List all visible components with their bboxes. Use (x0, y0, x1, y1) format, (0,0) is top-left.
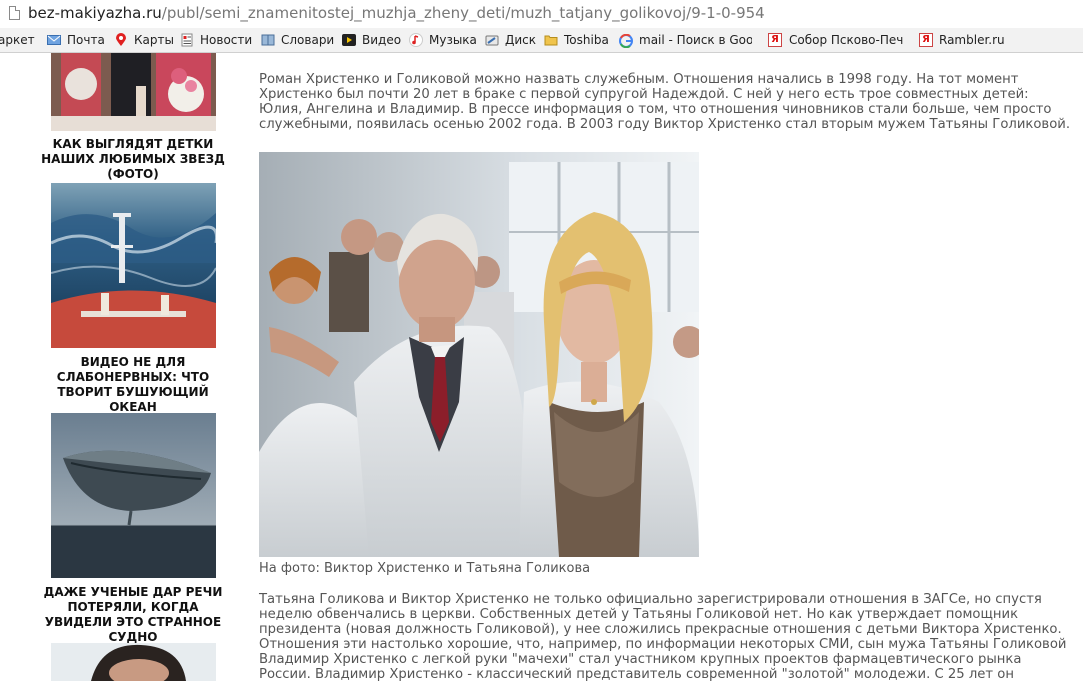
sidebar-thumb-portrait[interactable] (51, 643, 216, 681)
dictionary-icon (261, 33, 275, 47)
disk-icon (485, 33, 499, 47)
address-bar[interactable]: bez-makiyazha.ru/publ/semi_znamenitostej… (0, 0, 1083, 28)
article-paragraph-2: Татьяна Голикова и Виктор Христенко не т… (259, 592, 1067, 681)
bookmark-video[interactable]: Видео (342, 33, 401, 47)
bookmark-muzyka[interactable]: Музыка (409, 33, 477, 47)
bookmarks-bar: аркет Почта Карты Новости Словари Видео … (0, 28, 1083, 53)
yandex-icon: Я (919, 33, 933, 47)
bookmark-pochta[interactable]: Почта (47, 33, 105, 47)
bookmark-market[interactable]: аркет (0, 33, 35, 47)
news-icon (180, 33, 194, 47)
bookmark-sobor[interactable]: Собор Псково-Печер (789, 33, 904, 47)
bookmark-karty[interactable]: Карты (116, 33, 174, 47)
bookmark-google-search[interactable]: mail - Поиск в Googl (639, 33, 752, 47)
bookmark-toshiba[interactable]: Toshiba (544, 33, 609, 47)
music-note-icon (409, 33, 423, 47)
sidebar-caption-1[interactable]: КАК ВЫГЛЯДЯТ ДЕТКИ НАШИХ ЛЮБИМЫХ ЗВЕЗД (… (33, 137, 233, 182)
sidebar-thumb-celebrity-kids[interactable] (51, 53, 216, 131)
google-icon (619, 33, 633, 49)
folder-icon (544, 33, 558, 47)
bookmark-disk[interactable]: Диск (485, 33, 536, 47)
video-play-icon (342, 33, 356, 47)
bookmark-slovari[interactable]: Словари (261, 33, 334, 47)
yandex-icon: Я (768, 33, 782, 47)
article-photo (259, 152, 699, 557)
bookmark-rambler[interactable]: Rambler.ru (939, 33, 1005, 47)
sidebar-thumb-ocean[interactable] (51, 183, 216, 348)
url-text[interactable]: bez-makiyazha.ru/publ/semi_znamenitostej… (28, 4, 765, 22)
page-content: КАК ВЫГЛЯДЯТ ДЕТКИ НАШИХ ЛЮБИМЫХ ЗВЕЗД (… (0, 53, 1083, 681)
mail-icon (47, 33, 61, 47)
article-paragraph-1: Роман Христенко и Голиковой можно назват… (259, 72, 1071, 132)
sidebar-caption-2[interactable]: ВИДЕО НЕ ДЛЯ СЛАБОНЕРВНЫХ: ЧТО ТВОРИТ БУ… (33, 355, 233, 415)
photo-caption: На фото: Виктор Христенко и Татьяна Голи… (259, 561, 591, 576)
map-pin-icon (114, 33, 128, 47)
sidebar-thumb-strange-vessel[interactable] (51, 413, 216, 578)
page-icon (9, 6, 20, 20)
sidebar-caption-3[interactable]: ДАЖЕ УЧЕНЫЕ ДАР РЕЧИ ПОТЕРЯЛИ, КОГДА УВИ… (33, 585, 233, 645)
bookmark-novosti[interactable]: Новости (181, 33, 252, 47)
